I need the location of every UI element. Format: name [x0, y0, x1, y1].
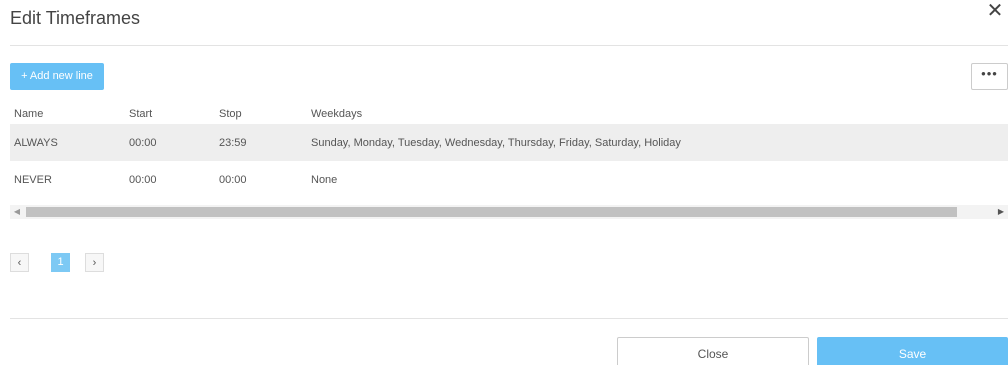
scroll-right-icon[interactable]: ▶	[994, 205, 1008, 219]
column-header-weekdays[interactable]: Weekdays	[311, 104, 362, 124]
dialog-title: Edit Timeframes	[10, 8, 141, 28]
add-new-line-button[interactable]: + Add new line	[10, 63, 104, 90]
column-header-stop[interactable]: Stop	[219, 104, 242, 124]
close-button[interactable]: Close	[617, 337, 809, 365]
cell-name: NEVER	[14, 173, 52, 186]
save-button[interactable]: Save	[817, 337, 1008, 365]
cell-name: ALWAYS	[14, 136, 58, 149]
scrollbar-thumb[interactable]	[26, 207, 957, 217]
table-row[interactable]: ALWAYS 00:00 23:59 Sunday, Monday, Tuesd…	[10, 124, 1008, 161]
more-options-button[interactable]: •••	[971, 63, 1008, 90]
cell-start: 00:00	[129, 136, 157, 149]
horizontal-scrollbar[interactable]: ◀ ▶	[10, 205, 1008, 219]
cell-stop: 23:59	[219, 136, 247, 149]
column-header-start[interactable]: Start	[129, 104, 152, 124]
current-page-button[interactable]: 1	[51, 253, 70, 272]
cell-start: 00:00	[129, 173, 157, 186]
header-divider	[10, 45, 1008, 46]
footer-divider	[10, 318, 1008, 319]
timeframes-table: Name Start Stop Weekdays ALWAYS 00:00 23…	[10, 104, 1008, 198]
cell-weekdays: Sunday, Monday, Tuesday, Wednesday, Thur…	[311, 136, 681, 149]
cell-stop: 00:00	[219, 173, 247, 186]
next-page-button[interactable]: ›	[85, 253, 104, 272]
cell-weekdays: None	[311, 173, 338, 186]
table-row[interactable]: NEVER 00:00 00:00 None	[10, 161, 1008, 198]
scroll-left-icon[interactable]: ◀	[10, 205, 24, 219]
column-header-name[interactable]: Name	[14, 104, 43, 124]
close-icon[interactable]: ✕	[986, 1, 1004, 21]
edit-timeframes-dialog: Edit Timeframes ✕ + Add new line ••• Nam…	[0, 0, 1008, 365]
previous-page-button[interactable]: ‹	[10, 253, 29, 272]
table-header-row: Name Start Stop Weekdays	[10, 104, 1008, 124]
